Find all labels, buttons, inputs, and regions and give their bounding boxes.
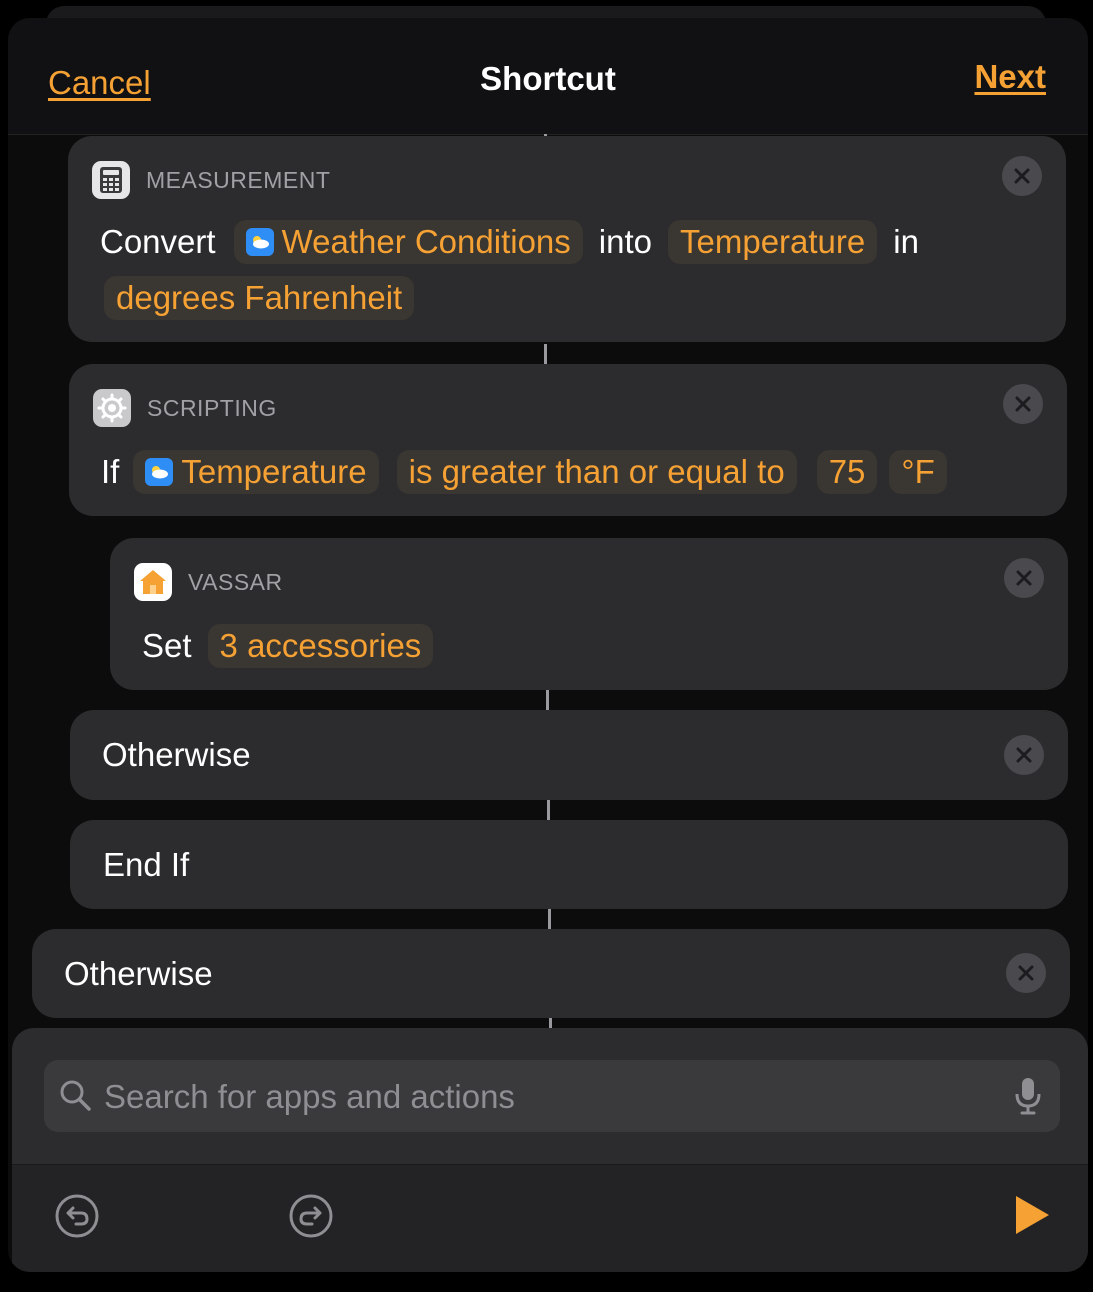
editor-toolbar [12,1164,1088,1272]
close-icon [1018,965,1034,981]
redo-icon[interactable] [288,1193,334,1244]
accessories-token[interactable]: 3 accessories [207,624,434,668]
remove-action-button[interactable] [1002,156,1042,196]
unit-token[interactable]: °F [889,450,947,494]
close-icon [1015,396,1031,412]
condition-token[interactable]: is greater than or equal to [396,450,797,494]
weather-icon [145,458,174,486]
remove-action-button[interactable] [1006,953,1046,993]
variable-token-weather-conditions[interactable]: Weather Conditions [233,220,583,264]
connector-word: into [598,223,652,260]
token-label: Temperature [181,453,367,490]
action-verb: Set [142,627,192,664]
action-card-measurement[interactable]: MEASUREMENT Convert Weather Conditions i… [68,136,1066,342]
token-label: Weather Conditions [281,223,571,260]
close-icon [1016,747,1032,763]
category-label: VASSAR [188,568,283,595]
action-card-end-if[interactable]: End If [70,820,1068,909]
card-header: SCRIPTING [93,388,277,428]
parameter-token-unit-type[interactable]: Temperature [668,220,878,264]
page-title: Shortcut [480,60,616,97]
microphone-icon[interactable] [1014,1076,1042,1121]
end-if-label: End If [103,846,190,883]
next-button[interactable]: Next [974,58,1046,96]
action-verb: If [101,453,120,490]
weather-icon [245,228,274,256]
remove-action-button[interactable] [1004,558,1044,598]
flow-connector [549,1018,552,1028]
play-icon[interactable] [1012,1193,1052,1242]
shortcut-editor-sheet: Cancel Shortcut Next MEASUREMENT Convert… [8,18,1088,1272]
home-icon [134,563,172,601]
close-icon [1014,168,1030,184]
remove-action-button[interactable] [1003,384,1043,424]
search-icon [58,1078,92,1117]
action-card-otherwise-outer[interactable]: Otherwise [32,929,1070,1018]
search-input[interactable]: Search for apps and actions [44,1060,1060,1132]
remove-action-button[interactable] [1004,735,1044,775]
card-header: MEASUREMENT [92,160,330,200]
gear-icon [93,389,131,427]
calculator-icon [92,161,130,199]
category-label: MEASUREMENT [146,166,331,193]
card-header: VASSAR [134,562,283,602]
otherwise-label: Otherwise [64,955,213,992]
value-token[interactable]: 75 [816,450,878,494]
otherwise-label: Otherwise [102,736,251,773]
action-verb: Convert [100,223,216,260]
flow-connector [548,909,551,929]
close-icon [1016,570,1032,586]
search-placeholder: Search for apps and actions [104,1078,515,1115]
action-card-otherwise[interactable]: Otherwise [70,710,1068,800]
action-card-scripting[interactable]: SCRIPTING If Temperature is greater than… [69,364,1067,516]
nav-header: Cancel Shortcut Next [8,18,1088,135]
flow-connector [546,690,549,710]
variable-token-temperature[interactable]: Temperature [133,450,379,494]
action-card-home[interactable]: VASSAR Set 3 accessories [110,538,1068,690]
parameter-token-unit[interactable]: degrees Fahrenheit [104,276,415,320]
connector-word: in [893,223,919,260]
flow-connector [544,344,547,364]
category-label: SCRIPTING [147,394,277,421]
flow-connector [547,800,550,820]
bottom-panel: Search for apps and actions [12,1028,1088,1272]
undo-icon[interactable] [54,1193,100,1244]
